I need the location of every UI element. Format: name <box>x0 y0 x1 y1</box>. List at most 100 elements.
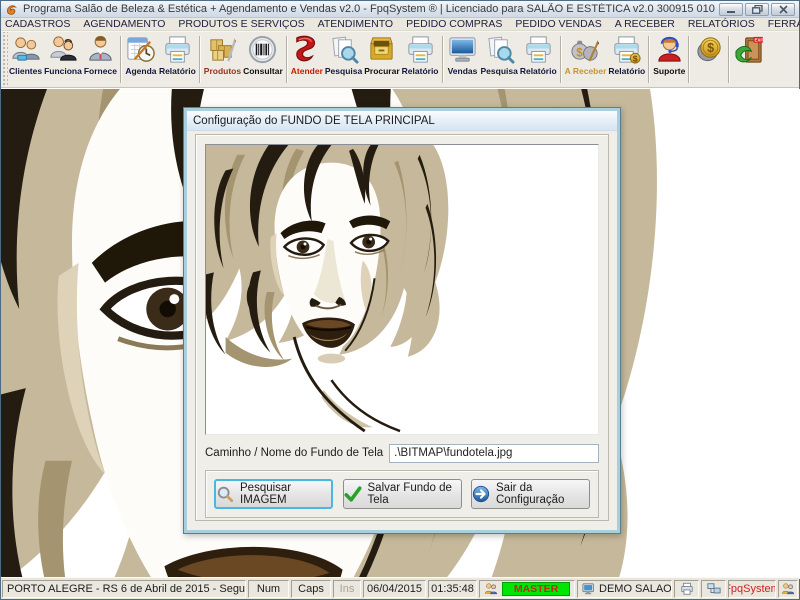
salvar-fundo-button[interactable]: Salvar Fundo de Tela <box>343 479 462 509</box>
toolbar-relatorio-agenda-button[interactable]: Relatório <box>158 32 197 87</box>
status-location: PORTO ALEGRE - RS 6 de Abril de 2015 - S… <box>2 580 246 598</box>
pesquisar-imagem-button[interactable]: Pesquisar IMAGEM <box>214 479 333 509</box>
toolbar-relatorio-receber-button[interactable]: $ Relatório <box>607 32 646 87</box>
printer-icon <box>405 34 436 65</box>
support-headset-icon <box>654 34 685 65</box>
menu-pedido-vendas[interactable]: PEDIDO VENDAS <box>515 18 601 30</box>
sair-configuracao-button[interactable]: Sair da Configuração <box>471 479 590 509</box>
toolbar-separator <box>688 36 690 83</box>
toolbar-relatorio-atendimento-button[interactable]: Relatório <box>401 32 440 87</box>
toolbar-label: Relatório <box>402 66 439 76</box>
dialog-button-group: Pesquisar IMAGEM Salvar Fundo de Tela Sa… <box>205 470 599 518</box>
menu-pedido-compras[interactable]: PEDIDO COMPRAS <box>406 18 502 30</box>
toolbar-label: Pesquisa <box>481 66 518 76</box>
toolbar-label: Consultar <box>243 66 283 76</box>
toolbar-suporte-button[interactable]: Suporte <box>652 32 686 87</box>
button-label: Sair da Configuração <box>496 482 589 506</box>
insert-indicator: Ins <box>340 583 355 595</box>
caps-lock-indicator: Caps <box>298 583 324 595</box>
user-name: MASTER <box>514 583 558 595</box>
toolbar-pesquisa-vendas-button[interactable]: Pesquisa <box>480 32 519 87</box>
dialog-body: Caminho / Nome do Fundo de Tela Pesquisa… <box>187 131 617 530</box>
toolbar-label: A Receber <box>565 66 607 76</box>
toolbar-label: Agenda <box>125 66 156 76</box>
status-company: DEMO SALAO 2.0 <box>577 580 672 598</box>
network-icon <box>707 582 721 596</box>
status-ins: Ins <box>333 580 361 598</box>
toolbar-agenda-button[interactable]: Agenda <box>124 32 158 87</box>
toolbar-clientes-button[interactable]: Clientes <box>8 32 43 87</box>
menu-relatorios[interactable]: RELATÓRIOS <box>688 18 755 30</box>
menu-bar: CADASTROS AGENDAMENTO PRODUTOS E SERVIÇO… <box>1 18 799 31</box>
toolbar-grip <box>1 32 8 87</box>
svg-text:$: $ <box>576 46 583 59</box>
printer-icon <box>162 34 193 65</box>
app-swirl-icon <box>5 3 18 16</box>
toolbar-label: Relatório <box>608 66 645 76</box>
date-text: 06/04/2015 <box>367 583 422 595</box>
green-check-icon <box>344 485 362 503</box>
product-boxes-icon <box>207 34 238 65</box>
svg-text:EXIT: EXIT <box>754 38 764 43</box>
wallpaper-preview-image <box>206 145 598 434</box>
barcode-icon <box>247 34 278 65</box>
toolbar-procurar-button[interactable]: Procurar <box>363 32 400 87</box>
toolbar-pesquisa-atendimento-button[interactable]: Pesquisa <box>324 32 363 87</box>
toolbar-separator <box>442 36 444 83</box>
toolbar-label: Atender <box>291 66 323 76</box>
button-label: Pesquisar IMAGEM <box>240 482 331 506</box>
status-num: Num <box>248 580 289 598</box>
toolbar-consultar-button[interactable]: Consultar <box>242 32 284 87</box>
toolbar-exit-button[interactable]: EXIT <box>732 32 766 87</box>
status-date: 06/04/2015 <box>363 580 426 598</box>
location-text: PORTO ALEGRE - RS 6 de Abril de 2015 - S… <box>7 583 246 595</box>
monitor-small-icon <box>582 582 596 596</box>
status-user: MASTER <box>479 580 575 598</box>
toolbar-label: Funciona <box>44 66 82 76</box>
blue-arrow-circle-icon <box>472 485 490 503</box>
company-name: DEMO SALAO 2.0 <box>599 583 672 595</box>
printer-money-icon: $ <box>611 34 642 65</box>
printer-small-icon <box>680 582 694 596</box>
toolbar-produtos-button[interactable]: Produtos <box>203 32 242 87</box>
toolbar-funciona-button[interactable]: Funciona <box>43 32 83 87</box>
button-label: Salvar Fundo de Tela <box>368 482 461 506</box>
money-bags-icon: $ <box>570 34 601 65</box>
toolbar-caixa-button[interactable]: $ <box>692 32 726 87</box>
staff-icon <box>47 34 78 65</box>
path-input[interactable] <box>389 444 599 463</box>
red-swirl-icon <box>291 34 322 65</box>
window-title: Programa Salão de Beleza & Estética + Ag… <box>23 3 715 15</box>
toolbar-relatorio-vendas-button[interactable]: Relatório <box>519 32 558 87</box>
search-docs-icon <box>484 34 515 65</box>
magnifier-icon <box>216 485 234 503</box>
toolbar-fornece-button[interactable]: Fornece <box>83 32 118 87</box>
file-drawer-icon <box>366 34 397 65</box>
toolbar-atender-button[interactable]: Atender <box>290 32 324 87</box>
minimize-button[interactable] <box>719 3 743 16</box>
toolbar-label: Produtos <box>204 66 241 76</box>
close-button[interactable] <box>771 3 795 16</box>
toolbar-label: Suporte <box>653 66 685 76</box>
restore-button[interactable] <box>745 3 769 16</box>
menu-a-receber[interactable]: A RECEBER <box>615 18 675 30</box>
toolbar-a-receber-button[interactable]: $ A Receber <box>564 32 608 87</box>
dialog-titlebar[interactable]: Configuração do FUNDO DE TELA PRINCIPAL <box>187 111 617 131</box>
menu-atendimento[interactable]: ATENDIMENTO <box>318 18 393 30</box>
menu-agendamento[interactable]: AGENDAMENTO <box>83 18 165 30</box>
search-docs-icon <box>328 34 359 65</box>
status-bar: PORTO ALEGRE - RS 6 de Abril de 2015 - S… <box>1 577 799 599</box>
status-printer <box>674 580 699 598</box>
brand-text: FpqSystem <box>728 583 776 595</box>
status-caps: Caps <box>291 580 331 598</box>
toolbar-label: Pesquisa <box>325 66 362 76</box>
menu-produtos-servicos[interactable]: PRODUTOS E SERVIÇOS <box>178 18 304 30</box>
printer-icon <box>523 34 554 65</box>
toolbar-vendas-button[interactable]: Vendas <box>446 32 480 87</box>
wallpaper-preview-panel <box>205 144 599 435</box>
clients-icon <box>10 34 41 65</box>
menu-cadastros[interactable]: CADASTROS <box>5 18 70 30</box>
menu-ferramentas[interactable]: FERRAMENTAS <box>768 18 800 30</box>
monitor-icon <box>447 34 478 65</box>
path-label: Caminho / Nome do Fundo de Tela <box>205 447 383 459</box>
